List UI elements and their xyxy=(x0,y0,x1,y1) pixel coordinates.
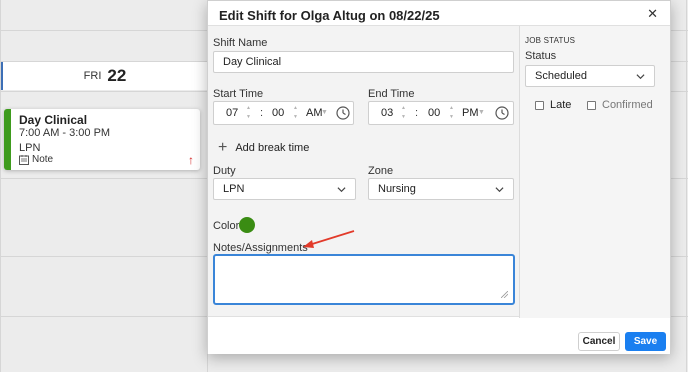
chevron-down-icon xyxy=(495,187,504,193)
end-ampm[interactable]: PM xyxy=(462,107,479,119)
time-separator: : xyxy=(260,107,264,119)
note-icon xyxy=(19,154,29,165)
shift-name-value: Day Clinical xyxy=(223,56,282,68)
late-checkbox-box[interactable] xyxy=(535,100,544,110)
shift-name-input[interactable]: Day Clinical xyxy=(213,51,514,73)
color-label: Color xyxy=(213,220,240,232)
zone-value: Nursing xyxy=(378,183,416,195)
resize-grip-icon[interactable] xyxy=(501,291,508,298)
zone-select[interactable]: Nursing xyxy=(368,178,514,200)
close-icon[interactable]: ✕ xyxy=(647,6,658,22)
end-clock-icon[interactable] xyxy=(495,106,509,120)
color-swatch[interactable] xyxy=(239,217,255,233)
duty-value: LPN xyxy=(223,183,245,195)
start-ampm-caret-icon[interactable]: ▼ xyxy=(321,109,328,116)
end-time-label: End Time xyxy=(368,88,415,100)
chevron-down-icon xyxy=(337,187,346,193)
end-hour[interactable]: 03 xyxy=(381,107,393,119)
status-select[interactable]: Scheduled xyxy=(525,65,655,87)
shift-card-title: Day Clinical xyxy=(19,113,88,127)
day-number: 22 xyxy=(107,66,127,85)
save-button[interactable]: Save xyxy=(625,332,666,351)
shift-card[interactable]: Day Clinical 7:00 AM - 3:00 PM LPN Note … xyxy=(4,109,200,170)
end-minute[interactable]: 00 xyxy=(428,107,440,119)
day-of-week: FRI xyxy=(83,70,102,82)
late-checkbox[interactable]: Late xyxy=(535,99,571,111)
job-status-heading: JOB STATUS xyxy=(525,36,576,45)
notes-textarea[interactable] xyxy=(213,254,515,305)
cancel-button[interactable]: Cancel xyxy=(578,332,620,351)
late-label: Late xyxy=(550,99,572,111)
shift-details-panel: Shift Name Day Clinical Start Time 07 ▲ ▼… xyxy=(208,26,519,318)
arrow-up-icon: ↑ xyxy=(188,153,194,167)
chevron-down-icon xyxy=(636,74,645,80)
annotation-arrow-icon xyxy=(303,230,355,248)
day-header[interactable]: FRI 22 xyxy=(1,62,207,90)
shift-card-note-label: Note xyxy=(32,154,54,165)
start-minute[interactable]: 00 xyxy=(272,107,284,119)
dialog-body: Shift Name Day Clinical Start Time 07 ▲ ▼… xyxy=(208,25,670,318)
start-minute-spinner[interactable]: ▲ ▼ xyxy=(293,104,298,122)
end-minute-spinner[interactable]: ▲ ▼ xyxy=(449,104,454,122)
start-time-label: Start Time xyxy=(213,88,264,100)
status-value: Scheduled xyxy=(535,70,587,82)
start-clock-icon[interactable] xyxy=(336,106,350,120)
edit-shift-dialog: Edit Shift for Olga Altug on 08/22/25 ✕ … xyxy=(207,0,671,354)
confirmed-label: Confirmed xyxy=(602,99,653,111)
confirmed-checkbox-box[interactable] xyxy=(587,100,596,110)
dialog-title: Edit Shift for Olga Altug on 08/22/25 xyxy=(219,8,440,23)
status-label: Status xyxy=(525,50,557,62)
shift-card-time: 7:00 AM - 3:00 PM xyxy=(19,127,111,139)
end-hour-spinner[interactable]: ▲ ▼ xyxy=(401,104,406,122)
end-time-field[interactable]: 03 ▲ ▼ : 00 ▲ ▼ PM ▼ xyxy=(368,101,514,125)
job-status-panel: JOB STATUS Status Scheduled Late Confirm… xyxy=(519,26,670,318)
notes-label: Notes/Assignments xyxy=(213,242,308,254)
start-hour-spinner[interactable]: ▲ ▼ xyxy=(246,104,251,122)
start-hour[interactable]: 07 xyxy=(226,107,238,119)
plus-icon: + xyxy=(218,139,228,156)
zone-label: Zone xyxy=(368,165,394,177)
add-break-time-label: Add break time xyxy=(235,142,310,154)
confirmed-checkbox[interactable]: Confirmed xyxy=(587,99,653,111)
shift-name-label: Shift Name xyxy=(213,37,268,49)
time-separator: : xyxy=(415,107,419,119)
duty-select[interactable]: LPN xyxy=(213,178,356,200)
end-ampm-caret-icon[interactable]: ▼ xyxy=(478,109,485,116)
shift-card-note[interactable]: Note xyxy=(19,154,53,165)
start-time-field[interactable]: 07 ▲ ▼ : 00 ▲ ▼ AM ▼ xyxy=(213,101,354,125)
duty-label: Duty xyxy=(213,165,236,177)
dialog-footer: Cancel Save xyxy=(208,318,670,354)
add-break-time-button[interactable]: + Add break time xyxy=(218,139,310,156)
